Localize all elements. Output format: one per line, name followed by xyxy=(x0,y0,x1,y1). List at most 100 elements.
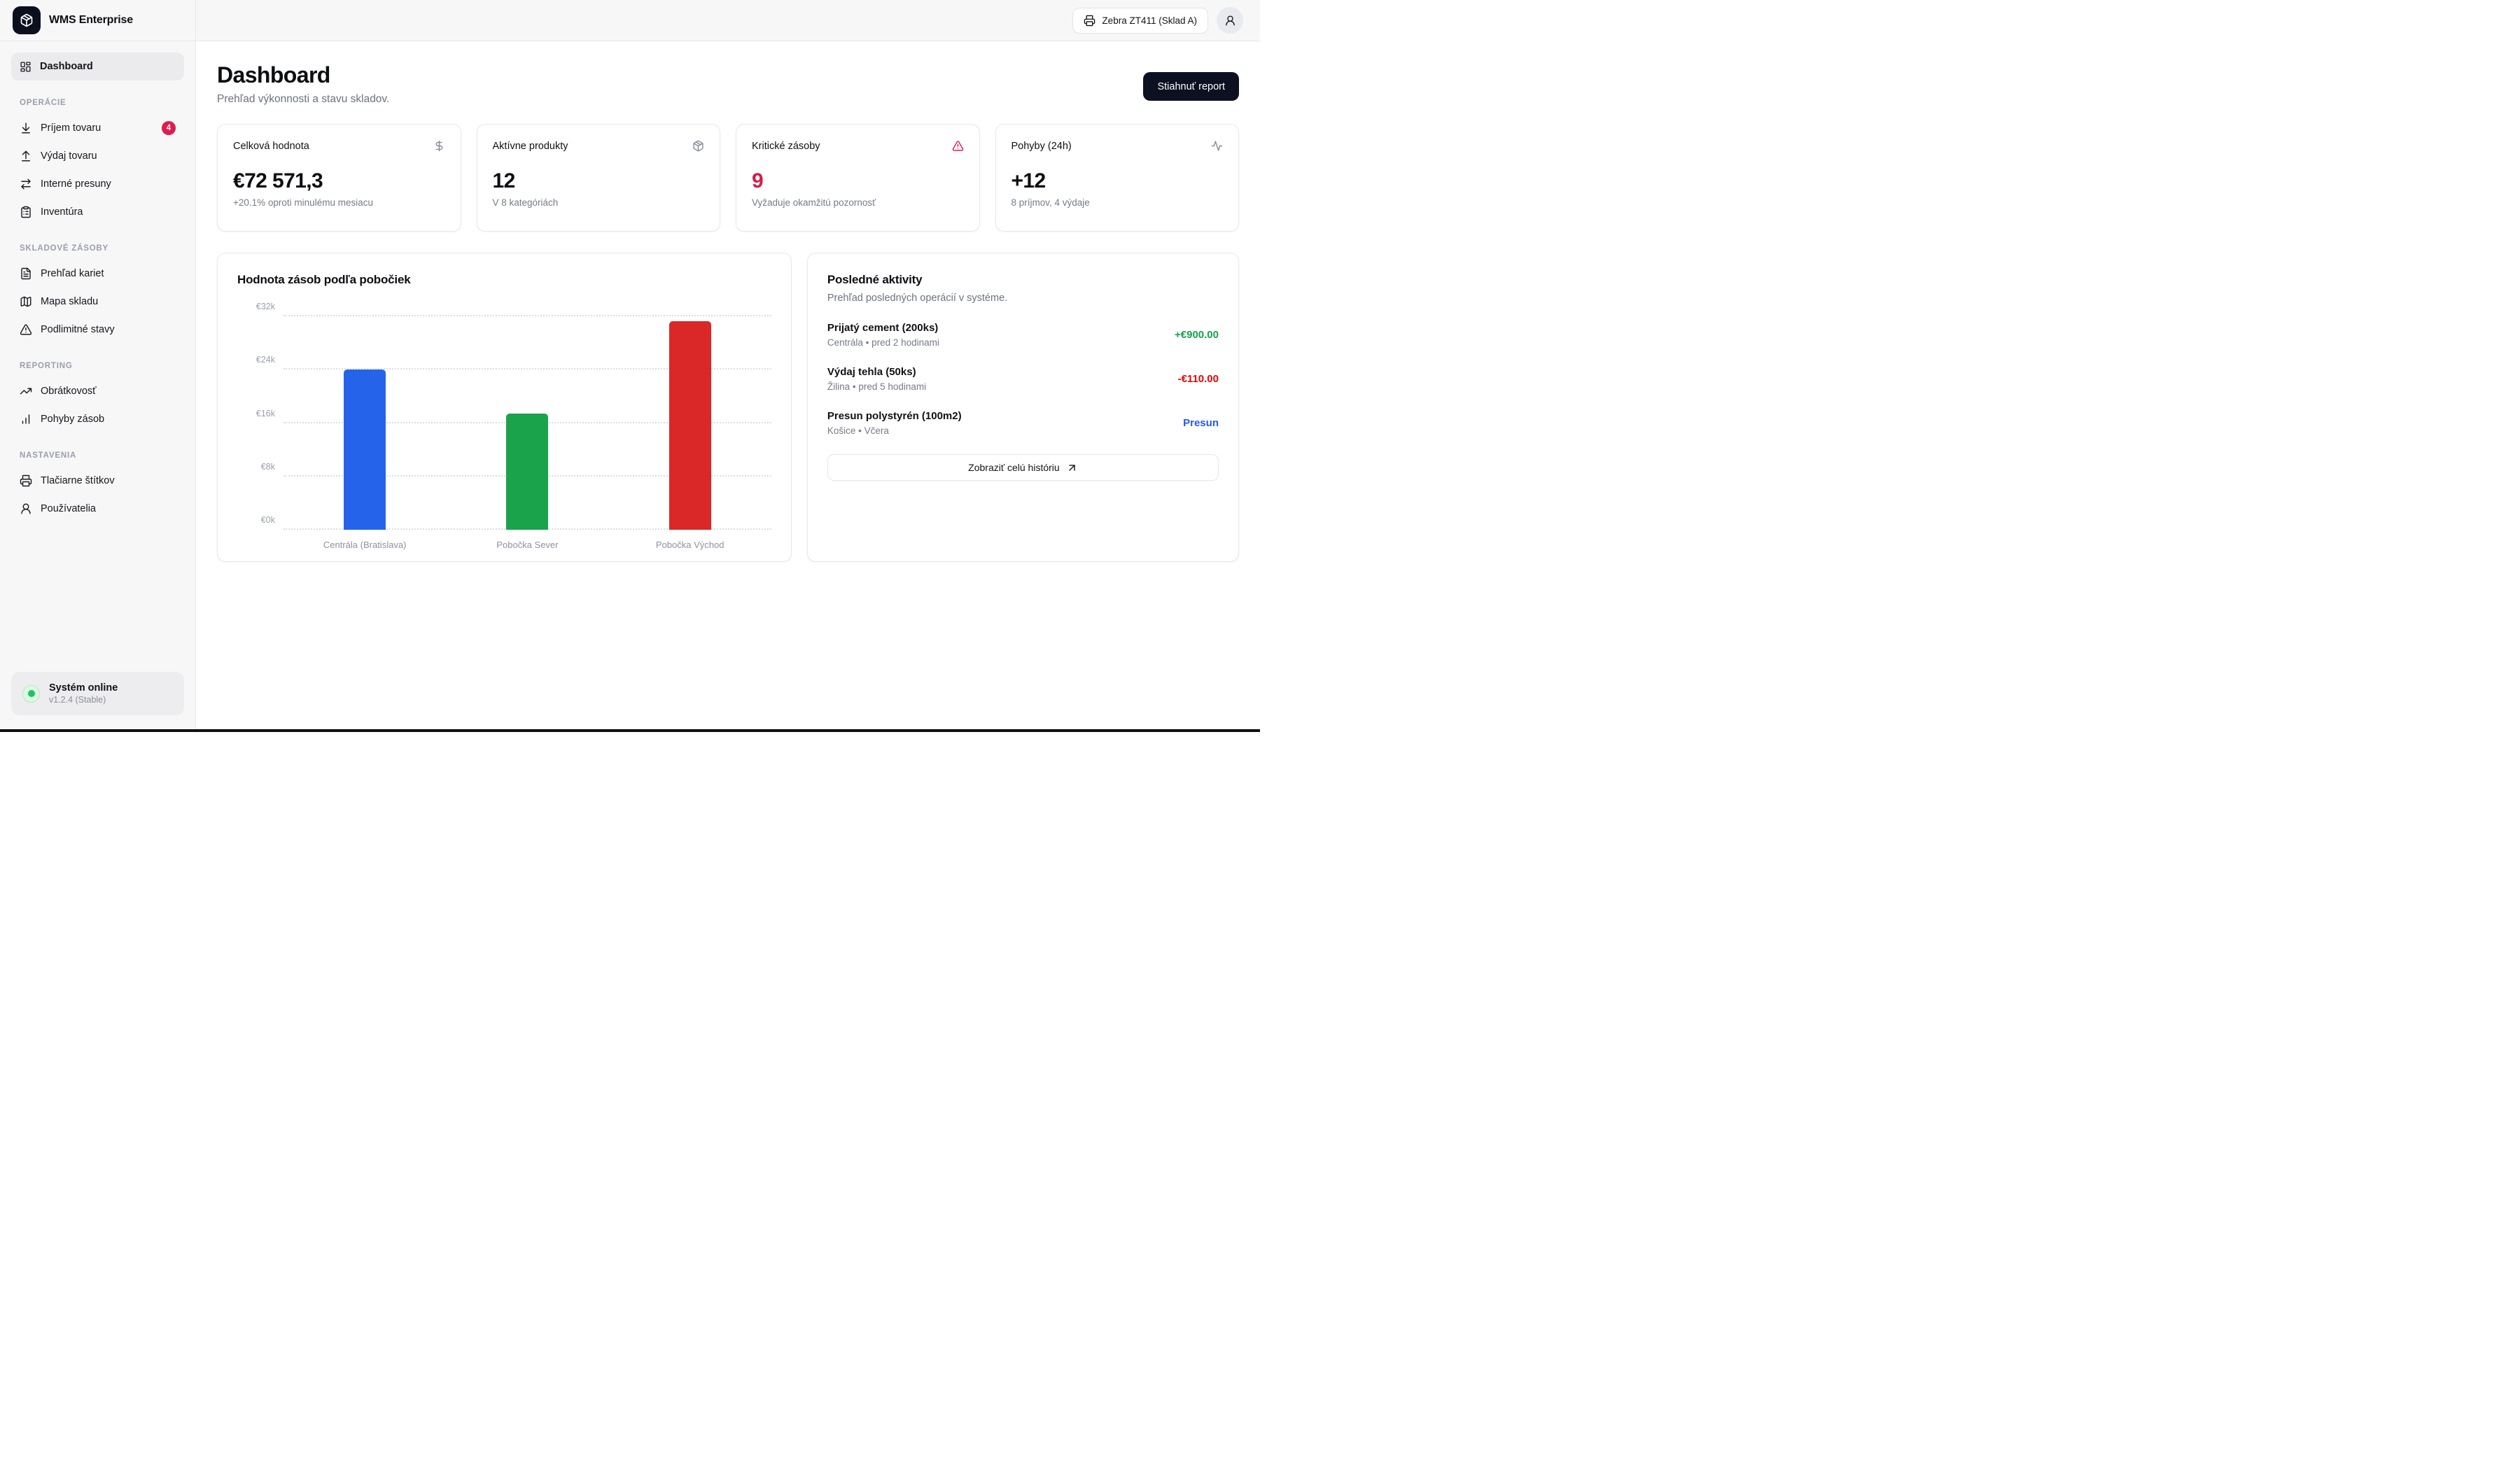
activity-title: Posledné aktivity xyxy=(827,273,1219,287)
kpi-subtitle: 8 príjmov, 4 výdaje xyxy=(1011,197,1224,208)
sidebar-section-label-reporting: REPORTING xyxy=(20,362,176,370)
sidebar-item-label: Tlačiarne štítkov xyxy=(41,475,176,486)
system-version: v1.2.4 (Stable) xyxy=(49,695,118,705)
dashboard-content: Dashboard Prehľad výkonnosti a stavu skl… xyxy=(196,41,1260,562)
sidebar-section-label-nastavenia: NASTAVENIA xyxy=(20,451,176,460)
recent-activity-card: Posledné aktivity Prehľad posledných ope… xyxy=(807,253,1239,562)
printer-selector-button[interactable]: Zebra ZT411 (Sklad A) xyxy=(1072,8,1208,34)
activity-icon xyxy=(1211,140,1223,152)
package-icon xyxy=(20,13,34,27)
bar-pobocka-sever xyxy=(506,414,548,530)
activity-list: Prijatý cement (200ks)Centrála • pred 2 … xyxy=(827,322,1219,436)
kpi-title: Aktívne produkty xyxy=(493,141,568,152)
sidebar-item-label: Dashboard xyxy=(40,61,176,72)
alert-triangle-icon xyxy=(20,323,32,336)
activity-subtitle: Prehľad posledných operácií v systéme. xyxy=(827,293,1219,304)
kpi-subtitle: +20.1% oproti minulému mesiacu xyxy=(233,197,445,208)
sidebar-item-podlimitne-stavy[interactable]: Podlimitné stavy xyxy=(11,316,184,344)
bar-chart-icon xyxy=(20,413,32,425)
sidebar-item-vydaj-tovaru[interactable]: Výdaj tovaru xyxy=(11,142,184,170)
sidebar-item-label: Prehľad kariet xyxy=(41,268,176,279)
printer-icon xyxy=(20,474,32,487)
sidebar-item-label: Podlimitné stavy xyxy=(41,324,176,335)
kpi-value: +12 xyxy=(1011,169,1224,193)
kpi-card-celkova-hodnota: Celková hodnota €72 571,3 +20.1% oproti mi… xyxy=(217,124,461,232)
sidebar-section-label-skladove-zasoby: SKLADOVÉ ZÁSOBY xyxy=(20,244,176,253)
activity-name: Presun polystyrén (100m2) xyxy=(827,410,962,422)
sidebar-item-mapa-skladu[interactable]: Mapa skladu xyxy=(11,288,184,316)
page-head: Dashboard Prehľad výkonnosti a stavu skl… xyxy=(217,62,1239,106)
sidebar-item-label: Výdaj tovaru xyxy=(41,150,176,162)
system-status-card: Systém online v1.2.4 (Stable) xyxy=(11,672,184,715)
sidebar-item-tlaciarne-stitkov[interactable]: Tlačiarne štítkov xyxy=(11,467,184,495)
kpi-grid: Celková hodnota €72 571,3 +20.1% oproti mi… xyxy=(217,124,1239,232)
window-bottom-edge xyxy=(0,729,1260,732)
sidebar-item-dashboard[interactable]: Dashboard xyxy=(11,52,184,80)
y-axis-tick: €32k xyxy=(237,302,275,311)
sidebar: WMS Enterprise Dashboard OPERÁCIE Príjem … xyxy=(0,0,196,729)
sidebar-item-label: Interné presuny xyxy=(41,178,176,190)
notification-badge: 4 xyxy=(162,121,176,135)
view-history-button[interactable]: Zobraziť celú históriu xyxy=(827,454,1219,481)
activity-amount: Presun xyxy=(1183,417,1219,429)
printer-selector-label: Zebra ZT411 (Sklad A) xyxy=(1102,15,1197,26)
inventory-value-chart-card: Hodnota zásob podľa pobočiek €0k€8k€16k€… xyxy=(217,253,792,562)
kpi-card-pohyby-24h: Pohyby (24h)+128 príjmov, 4 výdaje xyxy=(995,124,1240,232)
bar-pobocka-vychod xyxy=(669,321,711,530)
user-menu-button[interactable] xyxy=(1217,7,1243,34)
sidebar-item-pohyby-zasob[interactable]: Pohyby zásob xyxy=(11,405,184,433)
activity-meta: Košice • Včera xyxy=(827,425,962,436)
activity-name: Výdaj tehla (50ks) xyxy=(827,366,926,378)
kpi-title: Kritické zásoby xyxy=(752,141,820,152)
kpi-value: €72 571,3 xyxy=(233,169,445,193)
x-axis-label: Pobočka Východ xyxy=(609,540,771,550)
arrow-down-to-line-icon xyxy=(20,122,32,134)
sidebar-item-label: Príjem tovaru xyxy=(41,122,153,134)
kpi-subtitle: V 8 kategóriách xyxy=(493,197,705,208)
arrow-up-from-line-icon xyxy=(20,150,32,162)
y-axis-tick: €24k xyxy=(237,355,275,365)
page-title: Dashboard xyxy=(217,62,389,88)
user-icon xyxy=(1224,15,1236,27)
kpi-card-kriticke-zasoby: Kritické zásoby 9 Vyžaduje okamžitú pozorn… xyxy=(736,124,980,232)
dashboard-icon xyxy=(20,61,31,73)
user-icon xyxy=(20,502,32,515)
trending-up-icon xyxy=(20,385,32,397)
chart-title: Hodnota zásob podľa pobočiek xyxy=(237,273,771,287)
activity-amount: +€900.00 xyxy=(1175,329,1219,341)
kpi-card-aktivne-produkty: Aktívne produkty 12 V 8 kategóriách xyxy=(477,124,721,232)
app-logo xyxy=(13,6,41,34)
view-history-label: Zobraziť celú históriu xyxy=(968,462,1060,473)
map-icon xyxy=(20,295,32,308)
panels-row: Hodnota zásob podľa pobočiek €0k€8k€16k€… xyxy=(217,253,1239,562)
sidebar-item-inventura[interactable]: Inventúra xyxy=(11,198,184,226)
sidebar-item-label: Používatelia xyxy=(41,503,176,514)
page-subtitle: Prehľad výkonnosti a stavu skladov. xyxy=(217,93,389,106)
activity-row-presun-polystyren-100m2: Presun polystyrén (100m2) Košice • Včera P… xyxy=(827,410,1219,436)
top-header: Zebra ZT411 (Sklad A) xyxy=(196,0,1260,41)
sidebar-item-label: Pohyby zásob xyxy=(41,414,176,425)
sidebar-item-prehlad-kariet[interactable]: Prehľad kariet xyxy=(11,260,184,288)
sidebar-item-prijem-tovaru[interactable]: Príjem tovaru 4 xyxy=(11,114,184,142)
sidebar-item-interne-presuny[interactable]: Interné presuny xyxy=(11,170,184,198)
sidebar-item-label: Inventúra xyxy=(41,206,176,218)
kpi-value: 9 xyxy=(752,169,964,193)
system-status-title: Systém online xyxy=(49,682,118,694)
x-axis-label: Pobočka Sever xyxy=(446,540,608,550)
sidebar-item-obratkovost[interactable]: Obrátkovosť xyxy=(11,377,184,405)
sidebar-header: WMS Enterprise xyxy=(0,0,195,41)
arrows-left-right-icon xyxy=(20,178,32,190)
kpi-subtitle: Vyžaduje okamžitú pozornosť xyxy=(752,197,964,208)
y-axis-tick: €8k xyxy=(237,462,275,472)
activity-row-vydaj-tehla-50ks: Výdaj tehla (50ks) Žilina • pred 5 hodina… xyxy=(827,366,1219,392)
kpi-title: Celková hodnota xyxy=(233,141,309,152)
kpi-value: 12 xyxy=(493,169,705,193)
arrow-up-right-icon xyxy=(1066,462,1078,474)
dollar-sign-icon xyxy=(433,140,445,152)
alert-triangle-icon xyxy=(952,140,964,152)
download-report-button[interactable]: Stiahnuť report xyxy=(1143,72,1239,101)
bar-centrala-bratislava xyxy=(344,369,386,530)
activity-meta: Žilina • pred 5 hodinami xyxy=(827,381,926,392)
sidebar-item-pouzivatelia[interactable]: Používatelia xyxy=(11,495,184,523)
sidebar-section-label-operacie: OPERÁCIE xyxy=(20,99,176,107)
